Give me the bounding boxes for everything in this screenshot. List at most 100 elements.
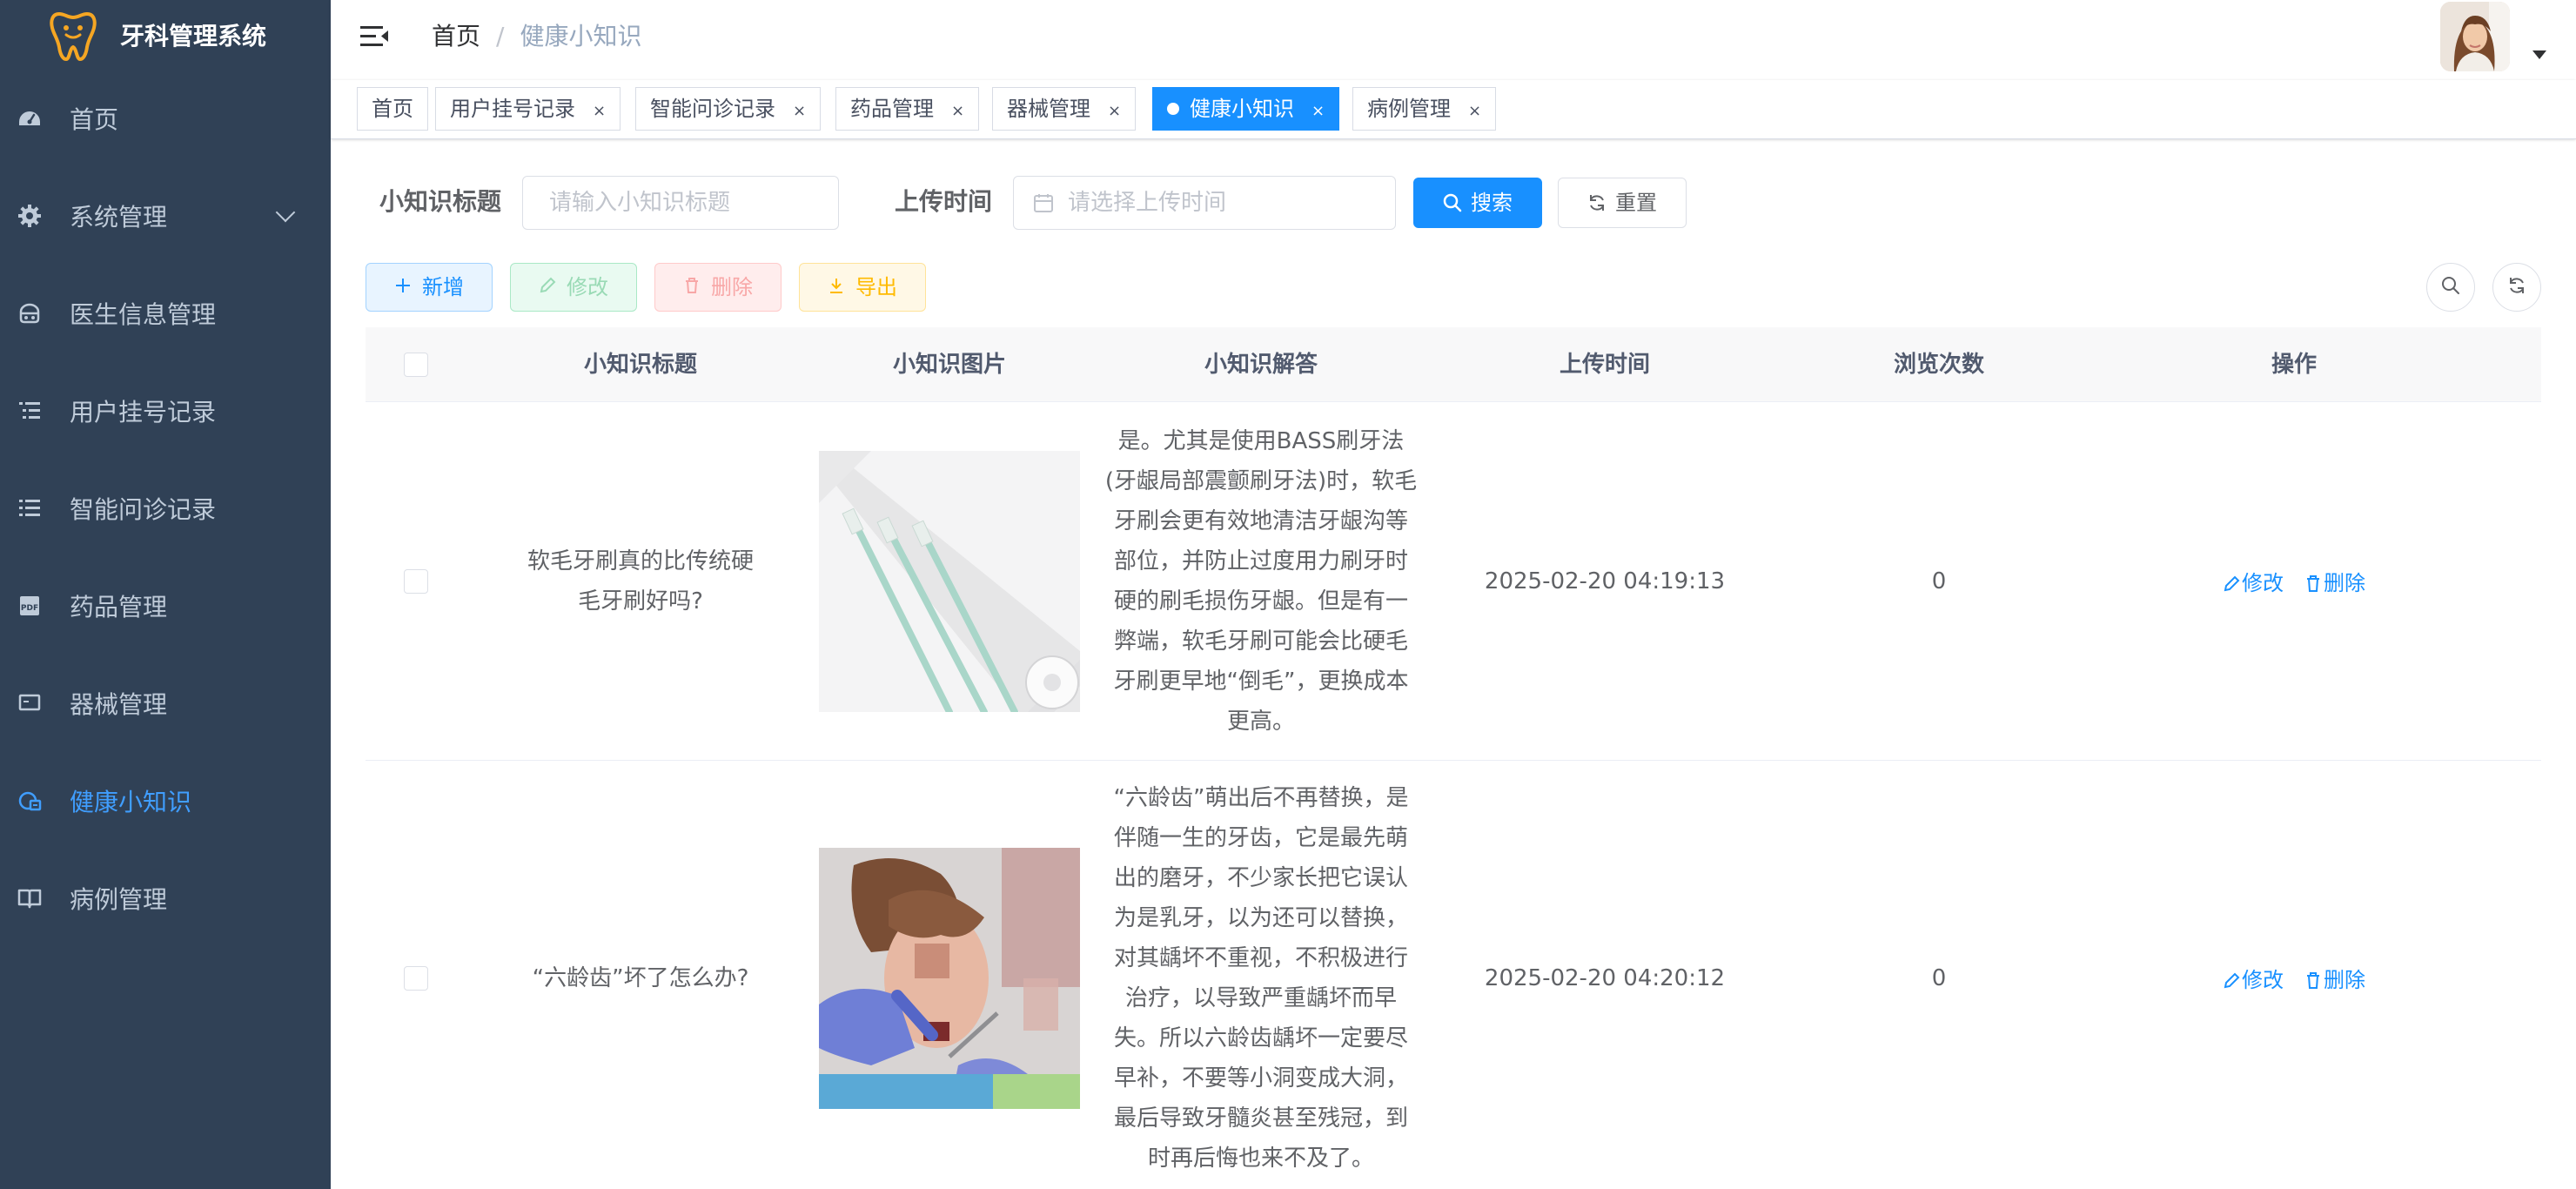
row-delete-label: 删除 <box>2324 571 2365 595</box>
tag-cases[interactable]: 病例管理 × <box>1352 87 1497 131</box>
row-delete-link[interactable]: 删除 <box>2304 963 2365 993</box>
tip-image-cell <box>815 761 1084 1189</box>
close-icon[interactable]: × <box>1108 102 1121 120</box>
tag-home[interactable]: 首页 <box>357 87 428 131</box>
breadcrumb-home[interactable]: 首页 <box>432 22 480 50</box>
tip-answer: “六龄齿”萌出后不再替换，是伴随一生的牙齿，它是最先萌出的磨牙，不少家长把它误认… <box>1113 784 1409 1172</box>
edit-icon <box>539 264 556 311</box>
sidebar-menu: 首页 系统管理 医生信息管理 用户挂号记录 智能问诊记录 PDF 药品管理 器械… <box>0 70 331 947</box>
tag-registration[interactable]: 用户挂号记录 × <box>435 87 621 131</box>
gear-icon <box>17 204 42 228</box>
edit-button[interactable]: 修改 <box>510 263 637 312</box>
hamburger-icon[interactable] <box>359 21 390 52</box>
row-actions: 修改 删除 <box>2106 402 2482 760</box>
column-header: 小知识标题 <box>583 352 697 378</box>
sidebar-item-label: 健康小知识 <box>70 788 192 816</box>
row-delete-label: 删除 <box>2324 968 2365 992</box>
tip-answer: 是。尤其是使用BASS刷牙法(牙龈局部震颤刷牙法)时，软毛牙刷会更有效地清洁牙龈… <box>1104 427 1418 735</box>
delete-button[interactable]: 删除 <box>654 263 782 312</box>
upload-time: 2025-02-20 04:20:12 <box>1484 964 1726 991</box>
tag-instruments[interactable]: 器械管理 × <box>992 87 1137 131</box>
close-icon[interactable]: × <box>1311 102 1325 120</box>
close-icon[interactable]: × <box>793 102 806 120</box>
view-count: 0 <box>1931 568 1947 594</box>
view-count: 0 <box>1931 964 1947 991</box>
sidebar-item-label: 医生信息管理 <box>70 300 217 329</box>
row-edit-link[interactable]: 修改 <box>2223 566 2284 596</box>
tip-answer-cell: 是。尤其是使用BASS刷牙法(牙龈局部震颤刷牙法)时，软毛牙刷会更有效地清洁牙龈… <box>1084 402 1438 760</box>
tag-health-tips[interactable]: 健康小知识 × <box>1152 87 1340 131</box>
column-header: 小知识图片 <box>892 352 1006 378</box>
tag-label: 器械管理 <box>1007 97 1090 121</box>
list-icon <box>17 496 42 521</box>
sidebar-item-label: 系统管理 <box>70 203 168 232</box>
sidebar-item-label: 病例管理 <box>70 885 168 914</box>
search-button[interactable]: 搜索 <box>1413 178 1542 228</box>
refresh-button[interactable] <box>2492 263 2541 312</box>
tip-title: 软毛牙刷真的比传统硬毛牙刷好吗? <box>527 547 754 615</box>
table-header: 小知识标题 小知识图片 小知识解答 上传时间 浏览次数 操作 <box>366 327 2541 402</box>
title-filter-label: 小知识标题 <box>379 187 502 216</box>
upload-time-picker[interactable] <box>1013 176 1396 230</box>
avatar[interactable] <box>2440 2 2510 71</box>
row-checkbox[interactable] <box>404 568 428 594</box>
tag-consultation[interactable]: 智能问诊记录 × <box>635 87 822 131</box>
doctor-icon <box>17 301 42 326</box>
breadcrumb-separator: / <box>496 22 505 50</box>
sidebar-item-home[interactable]: 首页 <box>0 70 331 167</box>
sidebar-item-health-tips[interactable]: 健康小知识 <box>0 752 331 850</box>
title-search-input[interactable] <box>522 176 839 230</box>
row-actions: 修改 删除 <box>2106 761 2482 1189</box>
table-row[interactable]: “六龄齿”坏了怎么办? “六龄齿”萌出后不再替换，是伴随一生的牙齿，它是最先萌出… <box>366 761 2541 1189</box>
close-icon[interactable]: × <box>593 102 606 120</box>
row-edit-link[interactable]: 修改 <box>2223 963 2284 993</box>
close-icon[interactable]: × <box>1468 102 1481 120</box>
close-icon[interactable]: × <box>951 102 964 120</box>
health-tips-table: 小知识标题 小知识图片 小知识解答 上传时间 浏览次数 操作 软毛牙刷真的比传统… <box>366 327 2541 1189</box>
reset-button[interactable]: 重置 <box>1558 178 1687 228</box>
toggle-search-button[interactable] <box>2426 263 2475 312</box>
breadcrumb: 首页 / 健康小知识 <box>432 21 641 52</box>
edit-icon <box>2223 574 2240 593</box>
edit-icon <box>2223 971 2240 990</box>
export-button[interactable]: 导出 <box>799 263 926 312</box>
sidebar-item-consultation[interactable]: 智能问诊记录 <box>0 460 331 557</box>
table-row[interactable]: 软毛牙刷真的比传统硬毛牙刷好吗? 是。尤其是使用BASS刷牙法(牙龈局部震颤刷牙… <box>366 402 2541 761</box>
search-icon <box>1443 181 1462 230</box>
sidebar-item-doctors[interactable]: 医生信息管理 <box>0 265 331 362</box>
tip-image-cell <box>815 402 1084 760</box>
refresh-icon <box>1587 181 1607 230</box>
knowledge-icon <box>17 789 42 813</box>
trash-icon <box>2304 971 2322 990</box>
brand[interactable]: 牙科管理系统 <box>0 0 331 70</box>
tag-label: 健康小知识 <box>1190 97 1294 121</box>
child-dental-exam-image[interactable] <box>819 847 1080 1109</box>
sidebar: 牙科管理系统 首页 系统管理 医生信息管理 用户挂号记录 智能问诊记录 PDF … <box>0 0 331 1189</box>
export-button-label: 导出 <box>855 275 897 299</box>
sidebar-item-cases[interactable]: 病例管理 <box>0 850 331 947</box>
tag-label: 药品管理 <box>850 97 934 121</box>
tag-drugs[interactable]: 药品管理 × <box>835 87 980 131</box>
sidebar-item-label: 智能问诊记录 <box>70 495 217 524</box>
active-dot-icon <box>1167 103 1179 115</box>
select-all-checkbox[interactable] <box>404 353 428 377</box>
sidebar-item-instruments[interactable]: 器械管理 <box>0 655 331 752</box>
row-select-cell <box>366 402 466 760</box>
sidebar-item-drugs[interactable]: PDF 药品管理 <box>0 557 331 655</box>
sidebar-item-registration[interactable]: 用户挂号记录 <box>0 362 331 460</box>
upload-time-input[interactable] <box>1068 177 1381 229</box>
add-button-label: 新增 <box>422 275 464 299</box>
sidebar-item-label: 药品管理 <box>70 593 168 621</box>
row-checkbox[interactable] <box>404 965 428 991</box>
pdf-icon: PDF <box>17 594 42 618</box>
edit-button-label: 修改 <box>567 275 608 299</box>
tag-label: 病例管理 <box>1367 97 1451 121</box>
sidebar-item-system[interactable]: 系统管理 <box>0 167 331 265</box>
add-button[interactable]: 新增 <box>366 263 493 312</box>
toothbrushes-image[interactable] <box>819 450 1080 712</box>
row-delete-link[interactable]: 删除 <box>2304 566 2365 596</box>
sidebar-item-label: 用户挂号记录 <box>70 398 217 427</box>
tag-label: 首页 <box>372 97 413 121</box>
caret-down-icon[interactable] <box>2532 50 2546 59</box>
monitor-icon <box>17 691 42 715</box>
